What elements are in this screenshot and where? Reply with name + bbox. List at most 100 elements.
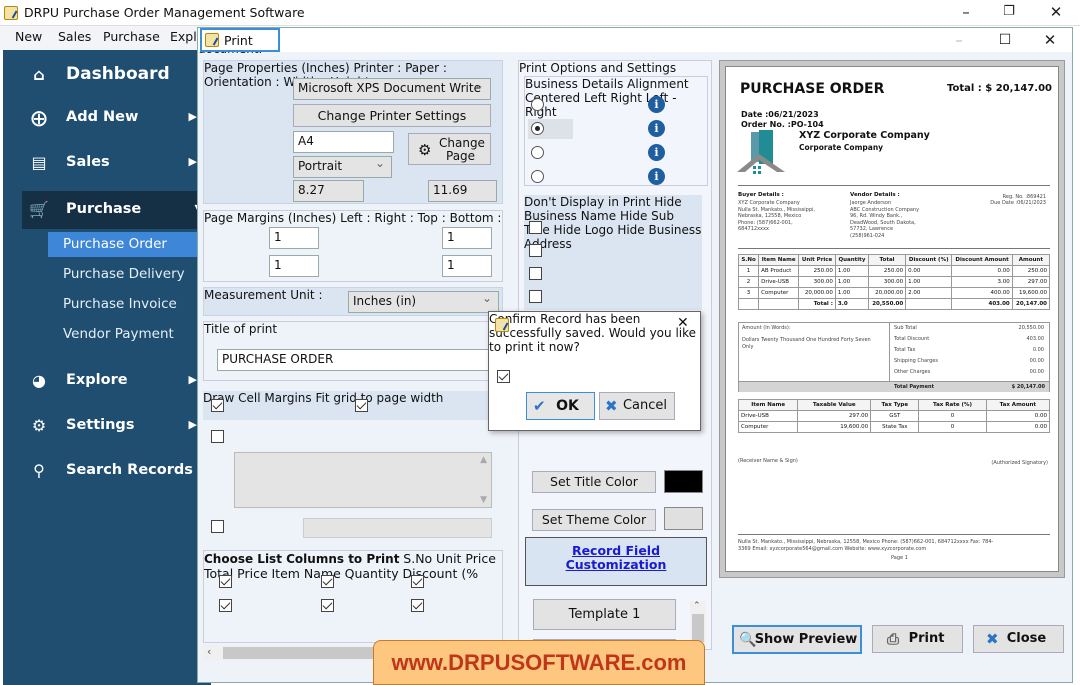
- hide-sub-title-checkbox[interactable]: [529, 244, 542, 257]
- table-cell: 1.00: [834, 287, 869, 299]
- height-field[interactable]: 11.69: [428, 180, 497, 202]
- record-field-customization-link[interactable]: Record Field Customization: [525, 537, 707, 586]
- set-theme-color-button[interactable]: Set Theme Color: [532, 509, 656, 531]
- sidebar-item-purchase[interactable]: 🛒 Purchase ▼: [22, 191, 211, 229]
- amount-words-label: Amount (In Words):: [742, 325, 791, 331]
- sidebar-sub-purchase-order[interactable]: Purchase Order: [48, 232, 211, 257]
- column-quantity-checkbox[interactable]: [321, 599, 334, 612]
- terms-textarea[interactable]: ▲ ▼: [234, 452, 492, 508]
- sidebar-sub-purchase-delivery[interactable]: Purchase Delivery: [48, 262, 211, 287]
- bottom-margin-field[interactable]: 1: [442, 255, 492, 277]
- scrollbar-thumb[interactable]: [223, 647, 373, 659]
- sidebar-item-add-new[interactable]: ⨁ Add New ▶: [3, 99, 211, 137]
- align-right-radio[interactable]: [531, 146, 544, 159]
- printer-select[interactable]: Microsoft XPS Document Write: [293, 78, 491, 100]
- template-1-button[interactable]: Template 1: [533, 599, 676, 630]
- set-title-color-button[interactable]: Set Title Color: [532, 471, 656, 493]
- sidebar-item-explore[interactable]: ◕ Explore ▶: [3, 362, 211, 400]
- left-margin-field[interactable]: 1: [269, 227, 319, 249]
- column-sno-checkbox[interactable]: [219, 575, 232, 588]
- sidebar-item-sales[interactable]: ▤ Sales ▶: [3, 144, 211, 182]
- measurement-unit-select[interactable]: Inches (in): [348, 291, 499, 313]
- dialog-minimize-button[interactable]: –: [948, 30, 970, 50]
- hide-business-address-checkbox[interactable]: [529, 290, 542, 303]
- width-field[interactable]: 8.27: [293, 180, 364, 202]
- align-centered-radio[interactable]: [531, 98, 544, 111]
- top-margin-field[interactable]: 1: [269, 255, 319, 277]
- align-left-right-radio[interactable]: [531, 170, 544, 183]
- scroll-up-icon[interactable]: ▲: [480, 455, 487, 465]
- info-icon[interactable]: i: [648, 96, 665, 113]
- close-button[interactable]: ✖ Close: [973, 625, 1064, 653]
- column-discount-checkbox[interactable]: [411, 599, 424, 612]
- table-cell: 297.00: [1011, 276, 1051, 288]
- show-preview-button[interactable]: 🔍 Show Preview: [732, 625, 862, 654]
- divider: [738, 248, 1050, 249]
- table-cell: 297.00: [797, 410, 872, 422]
- orientation-select[interactable]: Portrait: [293, 156, 392, 178]
- restore-button[interactable]: ❐: [998, 2, 1020, 22]
- column-item-name-checkbox[interactable]: [219, 599, 232, 612]
- add-terms-checkbox[interactable]: [211, 430, 224, 443]
- hide-business-name-checkbox[interactable]: [529, 221, 542, 234]
- right-margin-field[interactable]: 1: [442, 227, 492, 249]
- grid-options-panel: Draw Cell Margins Fit grid to page width: [203, 391, 503, 420]
- scroll-left-icon[interactable]: ‹: [207, 645, 211, 658]
- add-notes-checkbox[interactable]: [211, 520, 224, 533]
- buyer-details: XYZ Corporate Company Nulla St. Mankato.,…: [738, 200, 815, 233]
- sidebar-item-dashboard[interactable]: ⌂ Dashboard: [3, 56, 211, 94]
- info-icon[interactable]: i: [648, 144, 665, 161]
- print-button[interactable]: ⎙ Print: [872, 625, 963, 653]
- info-icon[interactable]: i: [648, 168, 665, 185]
- title-color-swatch[interactable]: [664, 470, 703, 493]
- align-left-radio[interactable]: [531, 122, 544, 135]
- sidebar-sub-vendor-payment[interactable]: Vendor Payment: [48, 322, 211, 347]
- change-printer-settings-button[interactable]: Change Printer Settings: [293, 104, 491, 127]
- dialog-close-button[interactable]: ✕: [1039, 30, 1061, 50]
- theme-color-swatch[interactable]: [664, 507, 703, 530]
- title-of-print-field[interactable]: PURCHASE ORDER: [217, 349, 502, 371]
- scroll-down-icon[interactable]: ▼: [480, 495, 487, 505]
- divider: [738, 185, 1050, 186]
- scroll-up-icon[interactable]: ⌃: [693, 601, 701, 611]
- right-margin-label: Right :: [374, 211, 414, 225]
- orientation-label: Orientation :: [204, 75, 280, 89]
- confirm-cancel-button[interactable]: ✖ Cancel: [599, 392, 675, 420]
- minimize-button[interactable]: –: [955, 2, 977, 22]
- draw-cell-margins-checkbox[interactable]: [211, 399, 224, 412]
- menu-sales[interactable]: Sales: [58, 29, 91, 44]
- table-cell: 403.00: [951, 298, 1013, 310]
- paper-field[interactable]: A4: [293, 131, 394, 153]
- preview-company: XYZ Corporate Company: [799, 130, 930, 141]
- divider: [738, 534, 1050, 535]
- column-unit-price-checkbox[interactable]: [321, 575, 334, 588]
- confirm-close-icon[interactable]: ✕: [677, 315, 689, 331]
- total-payment-label: Total Payment: [894, 384, 934, 390]
- column-total-price-checkbox[interactable]: [411, 575, 424, 588]
- fit-grid-checkbox[interactable]: [355, 399, 368, 412]
- sidebar-item-search-records[interactable]: ⚲ Search Records: [3, 452, 211, 490]
- info-icon[interactable]: i: [648, 120, 665, 137]
- close-window-button[interactable]: ✕: [1045, 2, 1067, 22]
- notes-field[interactable]: [303, 518, 492, 538]
- detail-line: (258)961-024: [850, 232, 885, 239]
- menu-new[interactable]: New: [15, 29, 42, 44]
- sidebar-item-settings[interactable]: ⚙ Settings ▶: [3, 407, 211, 445]
- dont-display-group: Don't Display in Print Hide Business Nam…: [524, 195, 702, 310]
- sidebar-sub-purchase-invoice[interactable]: Purchase Invoice: [48, 292, 211, 317]
- confirm-ok-button[interactable]: ✔ OK: [526, 392, 595, 420]
- authorized-sign: (Authorized Signatory): [991, 460, 1048, 466]
- dialog-maximize-button[interactable]: ☐: [994, 30, 1016, 50]
- hide-logo-checkbox[interactable]: [529, 267, 542, 280]
- table-cell: 0: [918, 421, 987, 433]
- table-cell: 250.00: [1011, 265, 1051, 277]
- ok-label: OK: [556, 398, 579, 414]
- menu-purchase[interactable]: Purchase: [103, 29, 160, 44]
- change-page-button[interactable]: ⚙ Change Page: [408, 133, 491, 165]
- print-label: Print: [908, 631, 945, 646]
- print-now-checkbox[interactable]: [497, 370, 510, 383]
- total-payment-row: Total Payment $ 20,147.00: [739, 381, 1049, 392]
- scrollbar-thumb[interactable]: [692, 614, 704, 642]
- table-cell: Computer: [737, 421, 799, 433]
- table-cell: [737, 298, 760, 310]
